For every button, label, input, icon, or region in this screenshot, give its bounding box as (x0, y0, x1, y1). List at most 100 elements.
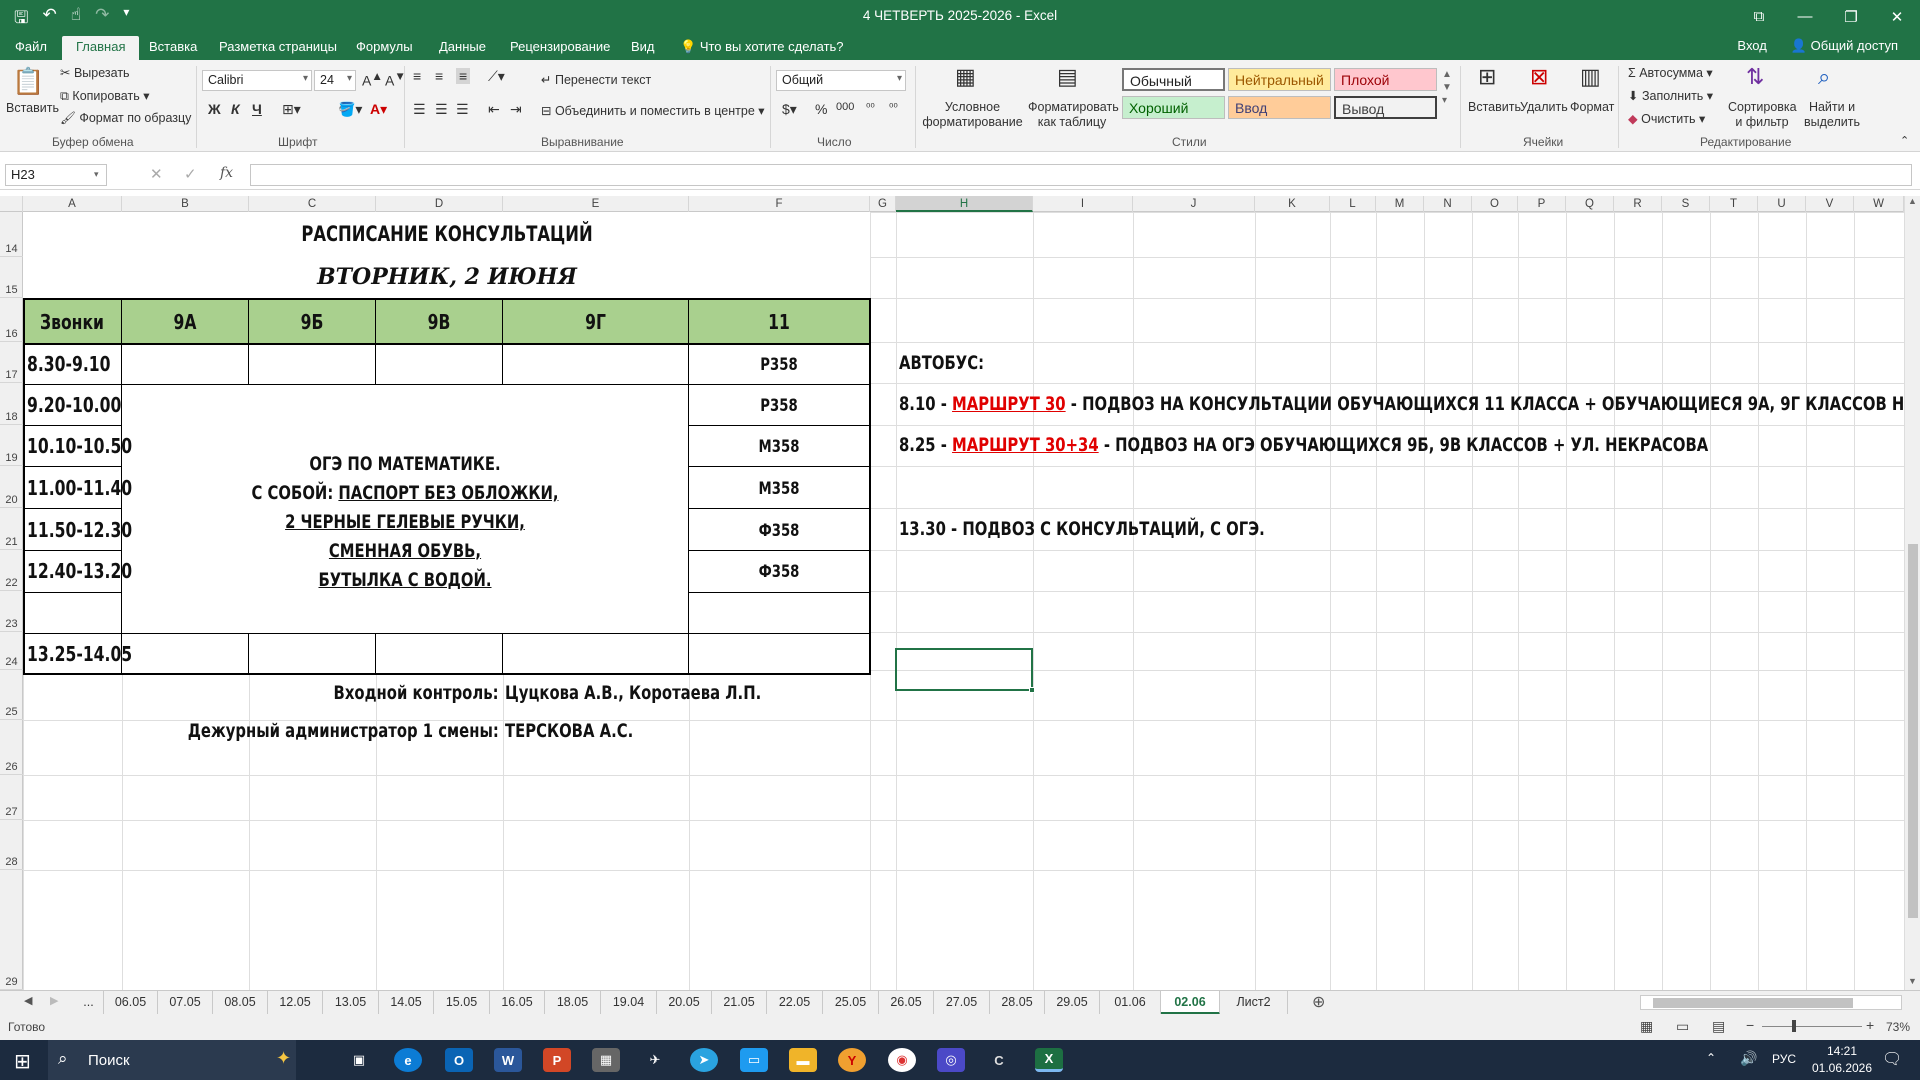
column-header-s[interactable]: S (1662, 196, 1710, 212)
normal-view-icon[interactable]: ▦ (1640, 1018, 1653, 1035)
sheet-tab[interactable]: 18.05 (545, 991, 601, 1015)
style-output[interactable]: Вывод (1334, 96, 1437, 119)
maximize-button[interactable]: ❐ (1828, 0, 1874, 33)
styles-scroll-icon[interactable]: ▲ ▼ ▾ (1442, 68, 1452, 107)
row-header-18[interactable]: 18 (0, 383, 23, 425)
cancel-icon[interactable]: ✕ (150, 165, 163, 183)
column-header-h[interactable]: H (896, 196, 1033, 212)
tab-insert[interactable]: Вставка (149, 39, 197, 54)
zoom-in-icon[interactable]: + (1866, 1017, 1874, 1033)
increase-indent-icon[interactable]: ⇥ (510, 101, 522, 118)
telegram-icon[interactable]: ➤ (690, 1048, 718, 1072)
enter-icon[interactable]: ✓ (184, 165, 197, 183)
merge-center-button[interactable]: ⊟ Объединить и поместить в центре ▾ (541, 103, 765, 118)
column-header-i[interactable]: I (1033, 196, 1133, 212)
sheet-tab[interactable]: 26.05 (879, 991, 934, 1015)
style-input[interactable]: Ввод (1228, 96, 1331, 119)
word-icon[interactable]: W (494, 1048, 522, 1072)
format-as-table-button[interactable]: Форматировать как таблицу (1028, 100, 1119, 130)
outlook-icon[interactable]: O (445, 1048, 473, 1072)
decrease-font-icon[interactable]: A▼ (385, 70, 406, 89)
folder-icon[interactable]: ▬ (789, 1048, 817, 1072)
column-header-l[interactable]: L (1330, 196, 1376, 212)
sheet-tab[interactable]: 29.05 (1045, 991, 1100, 1015)
column-header-f[interactable]: F (689, 196, 870, 212)
column-header-j[interactable]: J (1133, 196, 1255, 212)
comma-style-icon[interactable]: 000 (836, 101, 854, 113)
edge-icon[interactable]: e (394, 1048, 422, 1072)
sheet-tab[interactable]: 15.05 (434, 991, 490, 1015)
sheet-tab[interactable]: 28.05 (990, 991, 1045, 1015)
tab-file[interactable]: Файл (15, 39, 47, 54)
row-header-21[interactable]: 21 (0, 508, 23, 550)
column-header-b[interactable]: B (122, 196, 249, 212)
font-name-select[interactable]: Calibri (202, 70, 312, 91)
row-header-16[interactable]: 16 (0, 298, 23, 342)
fill-button[interactable]: ⬇ Заполнить ▾ (1628, 88, 1713, 103)
align-top-icon[interactable]: ≡ (413, 68, 421, 84)
align-bottom-icon[interactable]: ≡ (456, 68, 471, 84)
tab-page-layout[interactable]: Разметка страницы (219, 39, 337, 54)
copy-button[interactable]: ⧉ Копировать ▾ (60, 88, 149, 104)
zoom-slider[interactable] (1762, 1026, 1862, 1027)
select-all-corner[interactable] (0, 196, 23, 212)
sheet-tab[interactable]: 07.05 (158, 991, 213, 1015)
h-scroll-thumb[interactable] (1653, 998, 1853, 1008)
collapse-ribbon-icon[interactable]: ⌃ (1900, 134, 1909, 147)
row-header-17[interactable]: 17 (0, 342, 23, 383)
font-size-select[interactable]: 24 (314, 70, 356, 91)
sort-filter-icon[interactable]: ⇅ (1746, 64, 1764, 90)
column-header-u[interactable]: U (1758, 196, 1806, 212)
page-break-view-icon[interactable]: ▤ (1712, 1018, 1725, 1035)
tab-home[interactable]: Главная (62, 36, 140, 60)
yandex-browser-icon[interactable]: Y (838, 1048, 866, 1072)
insert-cells-button[interactable]: Вставить (1468, 100, 1521, 114)
sheet-tab[interactable]: 22.05 (767, 991, 823, 1015)
sheet-tab[interactable]: ... (74, 991, 104, 1015)
font-color-icon[interactable]: A▾ (370, 101, 387, 118)
tray-chevron-icon[interactable]: ⌃ (1706, 1051, 1716, 1065)
percent-icon[interactable]: % (815, 101, 827, 117)
row-header-26[interactable]: 26 (0, 720, 23, 775)
formula-input[interactable] (250, 164, 1912, 186)
zoom-out-icon[interactable]: − (1746, 1017, 1754, 1033)
clear-button[interactable]: ◆ Очистить ▾ (1628, 111, 1705, 126)
style-bad[interactable]: Плохой (1334, 68, 1437, 91)
sheet-tab[interactable]: Лист2 (1220, 991, 1288, 1015)
format-painter-button[interactable]: 🖌 Формат по образцу (60, 111, 191, 126)
tell-me-box[interactable]: 💡 Что вы хотите сделать? (680, 39, 844, 55)
paste-button[interactable]: Вставить (6, 101, 59, 115)
next-sheet-icon[interactable]: ▶ (50, 994, 58, 1007)
column-header-g[interactable]: G (870, 196, 896, 212)
orientation-icon[interactable]: ⟋▾ (488, 68, 505, 85)
row-header-24[interactable]: 24 (0, 632, 23, 670)
scroll-up-icon[interactable]: ▲ (1908, 196, 1917, 206)
delete-cells-button[interactable]: Удалить (1520, 100, 1568, 114)
italic-button[interactable]: К (231, 101, 240, 117)
row-header-29[interactable]: 29 (0, 870, 23, 990)
decrease-decimal-icon[interactable]: ⁰⁰ (889, 101, 898, 114)
sheet-tab[interactable]: 14.05 (379, 991, 434, 1015)
scroll-down-icon[interactable]: ▼ (1908, 976, 1917, 986)
sheet-tab[interactable]: 20.05 (657, 991, 712, 1015)
align-center-icon[interactable]: ☰ (435, 101, 448, 118)
row-header-23[interactable]: 23 (0, 591, 23, 632)
sheet-tab[interactable]: 12.05 (268, 991, 323, 1015)
name-box[interactable]: H23 (5, 164, 107, 186)
column-header-r[interactable]: R (1614, 196, 1662, 212)
delete-cells-icon[interactable]: ⊠ (1530, 64, 1548, 90)
autosum-button[interactable]: Σ Автосумма ▾ (1628, 65, 1713, 80)
column-header-v[interactable]: V (1806, 196, 1854, 212)
insert-function-icon[interactable]: fx (220, 165, 233, 181)
cut-button[interactable]: ✂ Вырезать (60, 65, 130, 80)
sheet-tab[interactable]: 08.05 (213, 991, 268, 1015)
tab-view[interactable]: Вид (631, 39, 655, 54)
sheet-tab[interactable]: 21.05 (712, 991, 767, 1015)
add-sheet-icon[interactable]: ⊕ (1312, 992, 1325, 1012)
paste-icon[interactable]: 📋 (12, 66, 44, 97)
column-header-p[interactable]: P (1518, 196, 1566, 212)
insert-cells-icon[interactable]: ⊞ (1478, 64, 1496, 90)
column-header-m[interactable]: M (1376, 196, 1424, 212)
column-header-c[interactable]: C (249, 196, 376, 212)
column-header-o[interactable]: O (1472, 196, 1518, 212)
